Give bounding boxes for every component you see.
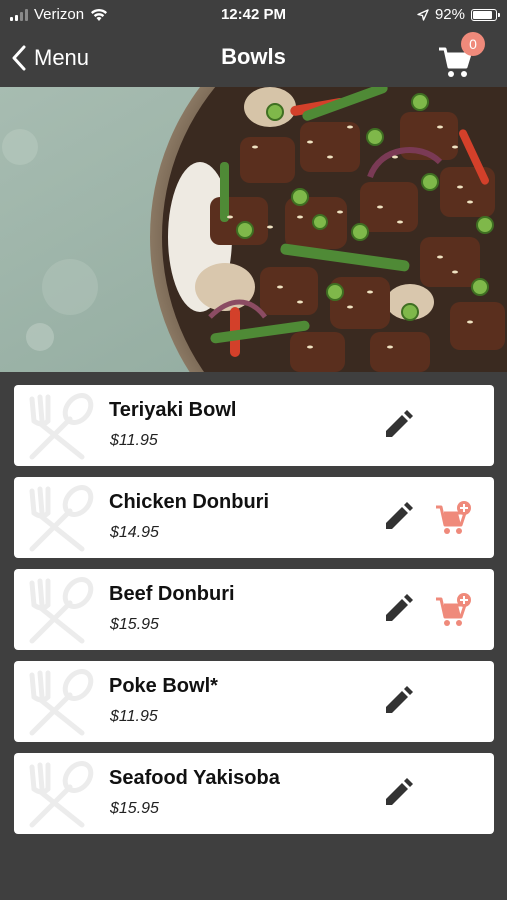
edit-button[interactable] xyxy=(380,775,416,811)
cart-plus-icon xyxy=(436,593,471,626)
location-arrow-icon xyxy=(417,8,429,21)
battery-icon xyxy=(471,8,500,21)
pencil-icon xyxy=(386,502,413,529)
hero-image xyxy=(0,87,507,372)
fork-spoon-icon xyxy=(29,577,94,644)
pencil-icon xyxy=(386,410,413,437)
pencil-icon xyxy=(386,778,413,805)
menu-item-beef-donburi[interactable]: Beef Donburi $15.95 xyxy=(14,569,494,650)
pencil-icon xyxy=(386,686,413,713)
edit-button[interactable] xyxy=(380,591,416,627)
page-title: Bowls xyxy=(221,44,286,69)
cart-button[interactable]: 0 xyxy=(437,32,485,80)
cart-count-badge: 0 xyxy=(461,32,485,56)
edit-button[interactable] xyxy=(380,499,416,535)
menu-item-chicken-donburi[interactable]: Chicken Donburi $14.95 xyxy=(14,477,494,558)
item-name: Teriyaki Bowl xyxy=(109,399,237,421)
cart-plus-icon xyxy=(436,501,471,534)
item-price: $11.95 xyxy=(110,708,158,725)
item-price: $15.95 xyxy=(110,616,159,633)
add-to-cart-button[interactable] xyxy=(434,591,472,629)
menu-list: Teriyaki Bowl $11.95 Chicken Donburi $14… xyxy=(14,385,494,845)
item-name: Poke Bowl* xyxy=(109,675,218,697)
item-price: $14.95 xyxy=(110,524,159,541)
item-name: Beef Donburi xyxy=(109,583,235,605)
bowl-food-image xyxy=(0,87,507,372)
fork-spoon-icon xyxy=(29,669,94,736)
fork-spoon-icon xyxy=(29,485,94,552)
edit-button[interactable] xyxy=(380,407,416,443)
item-name: Seafood Yakisoba xyxy=(109,767,280,789)
add-to-cart-button[interactable] xyxy=(434,499,472,537)
fork-spoon-icon xyxy=(29,761,94,828)
menu-item-seafood-yakisoba[interactable]: Seafood Yakisoba $15.95 xyxy=(14,753,494,834)
pencil-icon xyxy=(386,594,413,621)
menu-item-teriyaki-bowl[interactable]: Teriyaki Bowl $11.95 xyxy=(14,385,494,466)
status-right: 92% xyxy=(417,6,500,23)
item-name: Chicken Donburi xyxy=(109,491,270,513)
battery-percent: 92% xyxy=(434,6,465,23)
edit-button[interactable] xyxy=(380,683,416,719)
item-price: $11.95 xyxy=(110,432,158,449)
menu-item-poke-bowl[interactable]: Poke Bowl* $11.95 xyxy=(14,661,494,742)
status-bar: Verizon 12:42 PM 92% xyxy=(0,0,507,32)
item-price: $15.95 xyxy=(110,800,159,817)
fork-spoon-icon xyxy=(29,393,94,460)
nav-bar: Menu Bowls 0 xyxy=(0,32,507,86)
